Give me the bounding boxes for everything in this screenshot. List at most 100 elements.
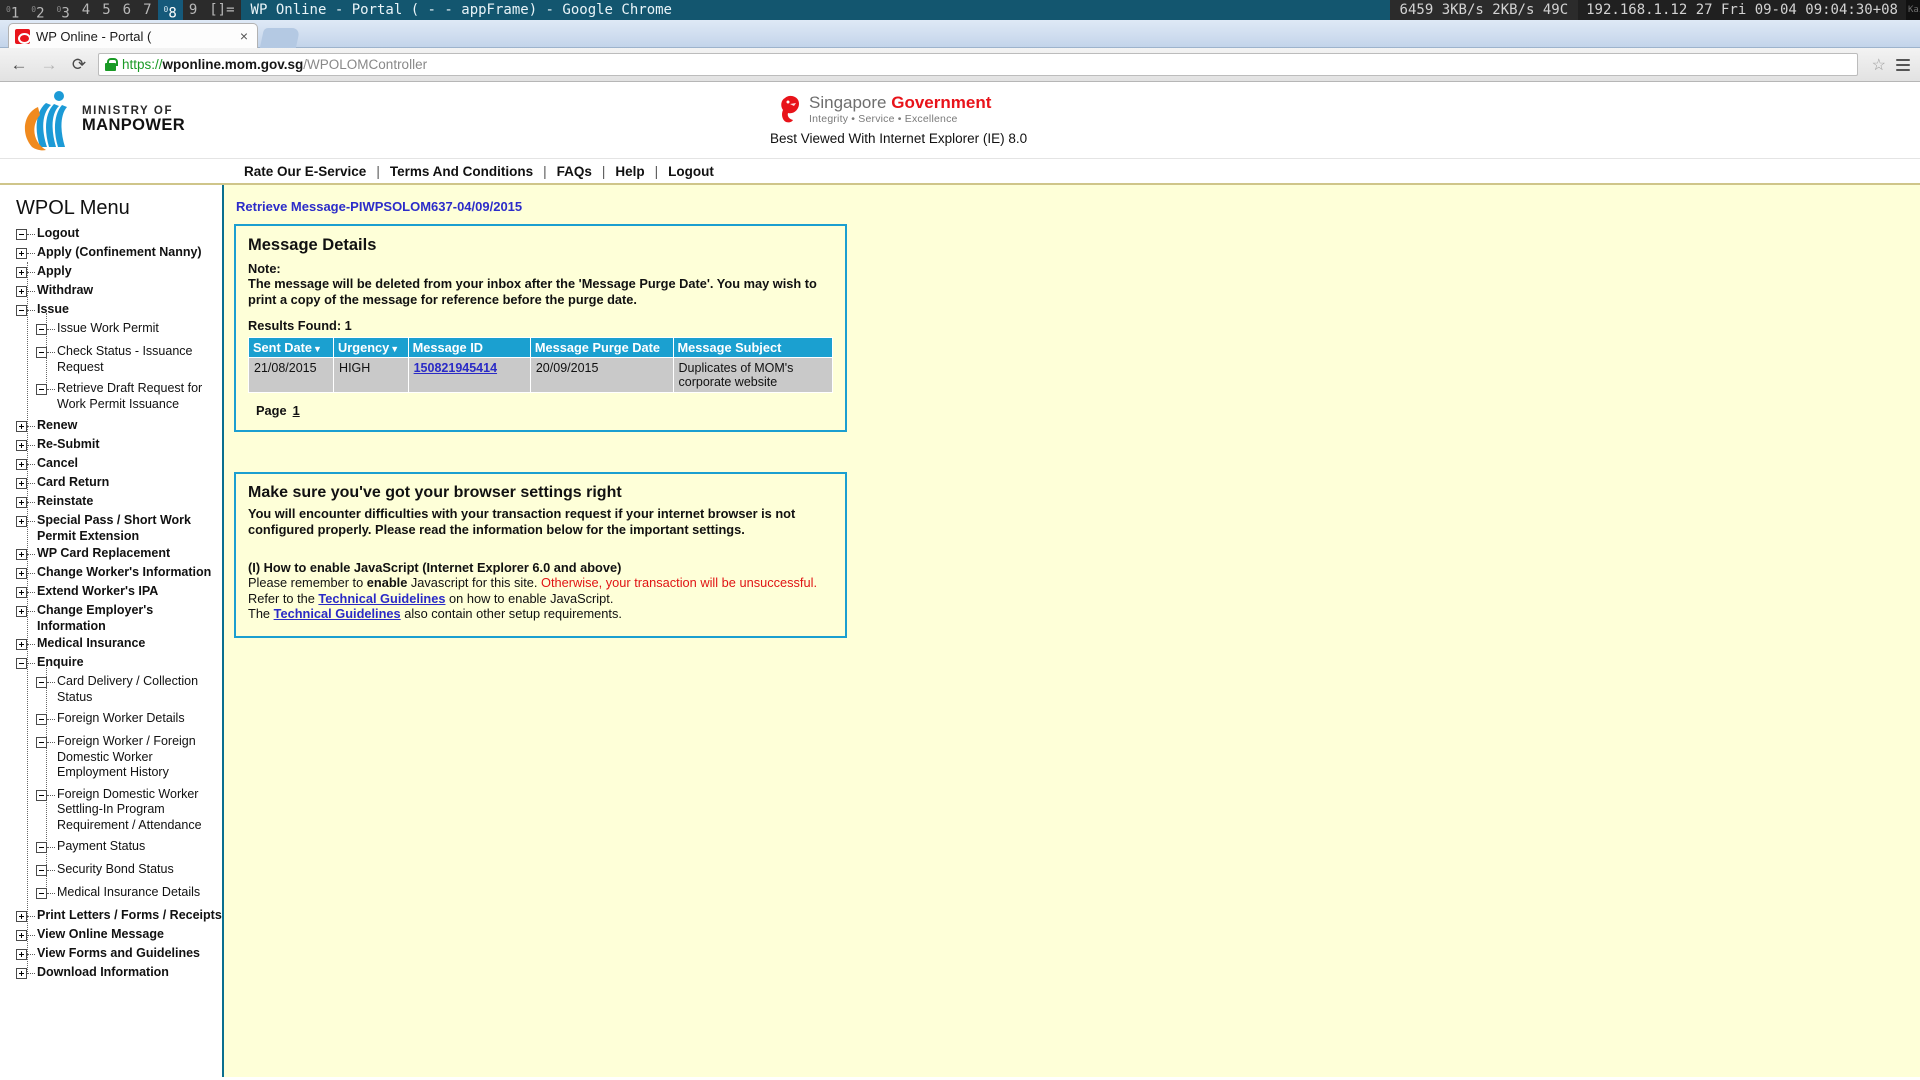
workspace-6[interactable]: 6 [117,0,137,20]
expand-plus-icon[interactable] [16,248,27,259]
expand-plus-icon[interactable] [16,949,27,960]
address-bar[interactable]: https://wponline.mom.gov.sg/WPOLOMContro… [98,53,1858,76]
sidebar-item-print-letters-forms-receipts[interactable]: Print Letters / Forms / Receipts [6,908,222,925]
expand-plus-icon[interactable] [16,421,27,432]
expand-plus-icon[interactable] [16,497,27,508]
nav-item-terms-and-conditions[interactable]: Terms And Conditions [384,164,539,179]
expand-plus-icon[interactable] [16,606,27,617]
sidebar-item-foreign-domestic-worker-settling-in-program-[interactable]: Foreign Domestic Worker Settling-In Prog… [6,787,222,834]
sidebar-item-wp-card-replacement[interactable]: WP Card Replacement [6,546,222,563]
sort-caret-icon[interactable]: ▼ [390,344,399,354]
expand-plus-icon[interactable] [16,587,27,598]
expand-plus-icon[interactable] [16,639,27,650]
active-window-title: WP Online - Portal ( - - appFrame) - Goo… [240,0,1390,20]
sidebar-item-issue-work-permit[interactable]: Issue Work Permit [6,321,222,338]
expand-plus-icon[interactable] [16,440,27,451]
collapse-minus-icon[interactable] [36,888,47,899]
tree-connector [27,935,35,936]
sidebar-item-download-information[interactable]: Download Information [6,965,222,982]
sidebar-item-apply-confinement-nanny[interactable]: Apply (Confinement Nanny) [6,245,222,262]
sidebar-item-medical-insurance-details[interactable]: Medical Insurance Details [6,885,222,902]
sidebar-item-payment-status[interactable]: Payment Status [6,839,222,856]
expand-plus-icon[interactable] [16,286,27,297]
workspace-3[interactable]: 03 [51,0,76,22]
sidebar-item-card-delivery-collection-status[interactable]: Card Delivery / Collection Status [6,674,222,705]
sidebar-item-renew[interactable]: Renew [6,418,222,435]
expand-plus-icon[interactable] [16,267,27,278]
sidebar-item-re-submit[interactable]: Re-Submit [6,437,222,454]
chrome-menu-icon[interactable] [1894,58,1912,71]
technical-guidelines-link-2[interactable]: Technical Guidelines [274,606,401,621]
nav-item-logout[interactable]: Logout [662,164,720,179]
sidebar-item-foreign-worker-foreign-domestic-worker-emplo[interactable]: Foreign Worker / Foreign Domestic Worker… [6,734,222,781]
cell-message-id[interactable]: 150821945414 [407,357,531,393]
collapse-minus-icon[interactable] [36,737,47,748]
expand-plus-icon[interactable] [16,968,27,979]
new-tab-button[interactable] [259,28,301,48]
expand-plus-icon[interactable] [16,459,27,470]
sidebar-item-medical-insurance[interactable]: Medical Insurance [6,636,222,653]
nav-item-rate-our-e-service[interactable]: Rate Our E-Service [238,164,372,179]
sidebar-item-security-bond-status[interactable]: Security Bond Status [6,862,222,879]
collapse-minus-icon[interactable] [36,714,47,725]
workspace-1[interactable]: 01 [0,0,25,22]
sidebar-item-view-forms-and-guidelines[interactable]: View Forms and Guidelines [6,946,222,963]
expand-plus-icon[interactable] [16,568,27,579]
sidebar-item-logout[interactable]: Logout [6,226,222,243]
sidebar-item-check-status-issuance-request[interactable]: Check Status - Issuance Request [6,344,222,375]
sidebar-item-reinstate[interactable]: Reinstate [6,494,222,511]
expand-plus-icon[interactable] [16,930,27,941]
technical-guidelines-link-1[interactable]: Technical Guidelines [318,591,445,606]
table-row: 21/08/2015 HIGH 150821945414 20/09/2015 Dupl… [247,357,834,393]
layout-indicator[interactable]: []= [203,0,240,20]
sidebar-item-card-return[interactable]: Card Return [6,475,222,492]
expand-plus-icon[interactable] [16,549,27,560]
sidebar-item-label: Retrieve Draft Request for Work Permit I… [57,381,203,411]
workspace-7[interactable]: 7 [137,0,157,20]
sidebar-item-foreign-worker-details[interactable]: Foreign Worker Details [6,711,222,728]
collapse-minus-icon[interactable] [16,305,27,316]
sidebar-item-withdraw[interactable]: Withdraw [6,283,222,300]
workspace-8[interactable]: 08 [157,0,183,22]
bookmark-star-icon[interactable]: ☆ [1872,55,1886,75]
sidebar-item-change-worker-s-information[interactable]: Change Worker's Information [6,565,222,582]
expand-plus-icon[interactable] [16,911,27,922]
collapse-minus-icon[interactable] [36,842,47,853]
collapse-minus-icon[interactable] [36,789,47,801]
message-id-link[interactable]: 150821945414 [414,361,497,375]
reload-icon[interactable]: ⟳ [68,54,90,76]
browser-tab[interactable]: WP Online - Portal ( × [8,23,258,48]
collapse-minus-icon[interactable] [36,324,47,335]
collapse-minus-icon[interactable] [36,865,47,876]
ministry-of-manpower-logo[interactable]: MINISTRY OF MANPOWER [18,88,208,152]
expand-plus-icon[interactable] [16,478,27,489]
sidebar-item-cancel[interactable]: Cancel [6,456,222,473]
sidebar-item-special-pass-short-work-permit-extension[interactable]: Special Pass / Short Work Permit Extensi… [6,513,222,544]
workspace-2[interactable]: 02 [25,0,50,22]
expand-plus-icon[interactable] [16,516,27,527]
forward-icon[interactable]: → [38,54,60,76]
sidebar-item-extend-worker-s-ipa[interactable]: Extend Worker's IPA [6,584,222,601]
collapse-minus-icon[interactable] [16,229,27,240]
nav-item-help[interactable]: Help [609,164,650,179]
nav-item-faqs[interactable]: FAQs [551,164,598,179]
sidebar-item-retrieve-draft-request-for-work-permit-issua[interactable]: Retrieve Draft Request for Work Permit I… [6,381,222,412]
back-icon[interactable]: ← [8,54,30,76]
workspace-9[interactable]: 9 [183,0,203,20]
column-header-urgency[interactable]: Urgency▼ [333,337,409,358]
close-icon[interactable]: × [237,28,251,44]
sidebar-item-enquire[interactable]: Enquire [6,655,222,672]
pager-page-1[interactable]: 1 [293,403,300,418]
collapse-minus-icon[interactable] [36,347,47,358]
sidebar-item-apply[interactable]: Apply [6,264,222,281]
workspace-4[interactable]: 4 [76,0,96,20]
collapse-minus-icon[interactable] [36,677,47,688]
sort-caret-icon[interactable]: ▼ [313,344,322,354]
column-header-sent-date[interactable]: Sent Date▼ [247,337,335,358]
sidebar-item-change-employer-s-information[interactable]: Change Employer's Information [6,603,222,634]
workspace-5[interactable]: 5 [96,0,116,20]
collapse-minus-icon[interactable] [16,658,27,669]
sidebar-item-issue[interactable]: Issue [6,302,222,319]
sidebar-item-view-online-message[interactable]: View Online Message [6,927,222,944]
collapse-minus-icon[interactable] [36,384,47,395]
